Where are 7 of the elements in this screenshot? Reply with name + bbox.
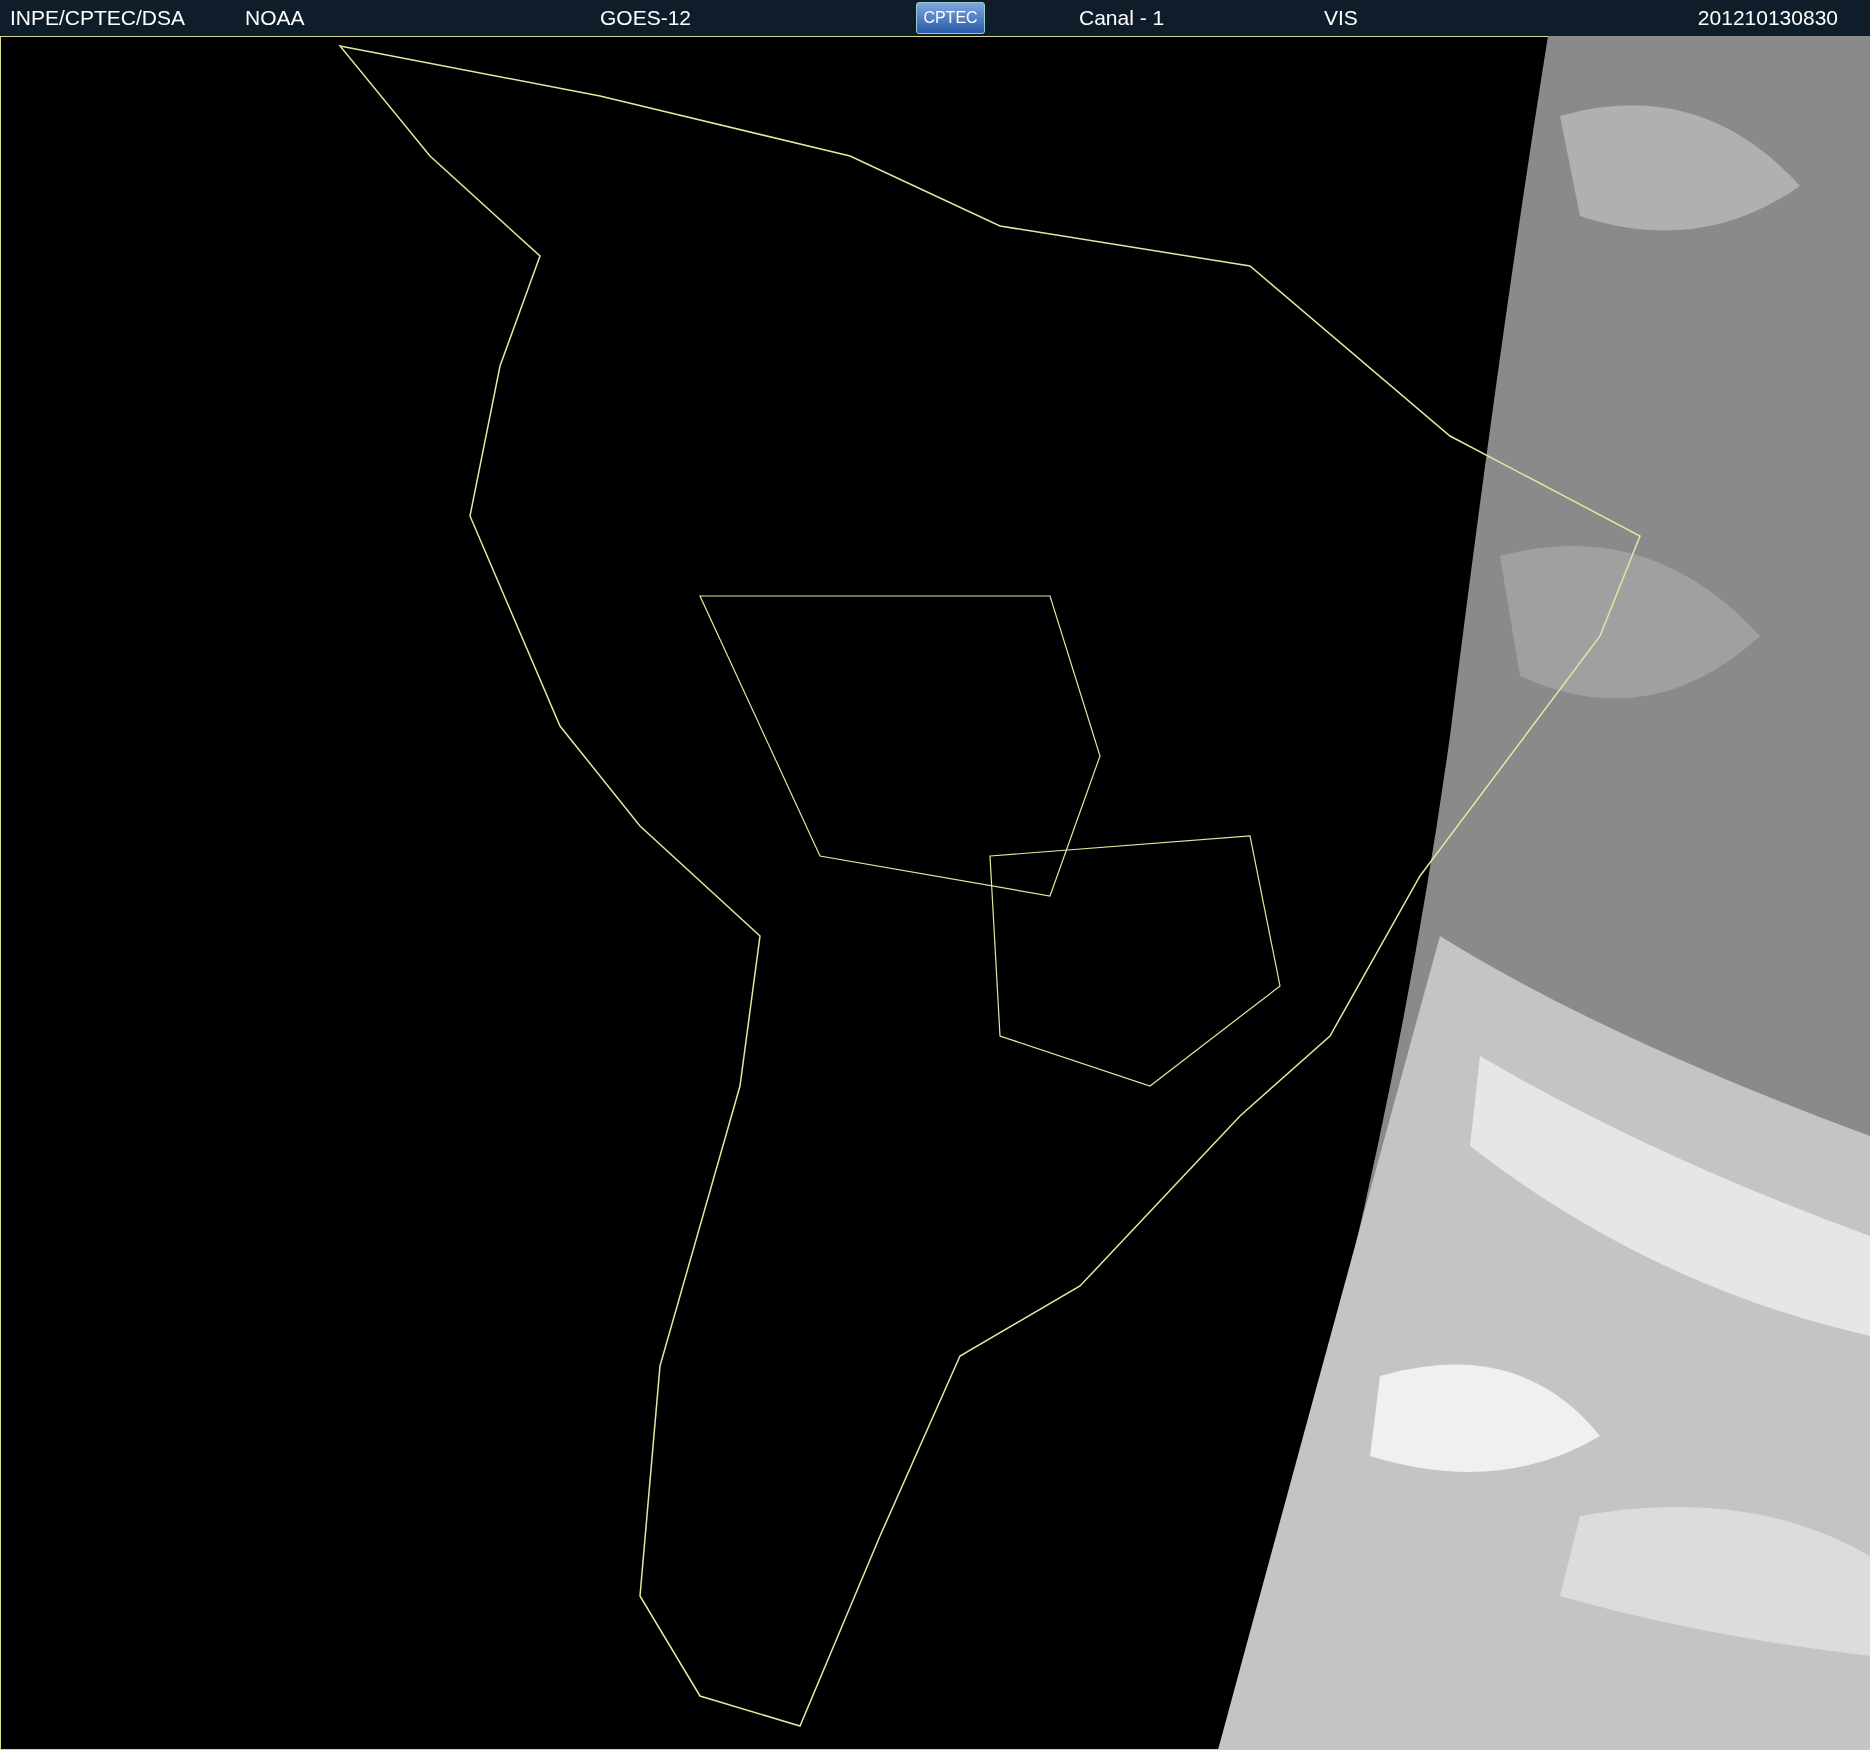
agency-label: NOAA [245,6,306,30]
satellite-label: GOES-12 [600,6,693,30]
channel-label: Canal - 1 [1079,6,1166,30]
source-label: INPE/CPTEC/DSA [10,6,187,30]
logo: CPTEC [916,2,985,34]
band-label: VIS [1324,6,1359,30]
timestamp-label: 201210130830 [1697,6,1838,30]
